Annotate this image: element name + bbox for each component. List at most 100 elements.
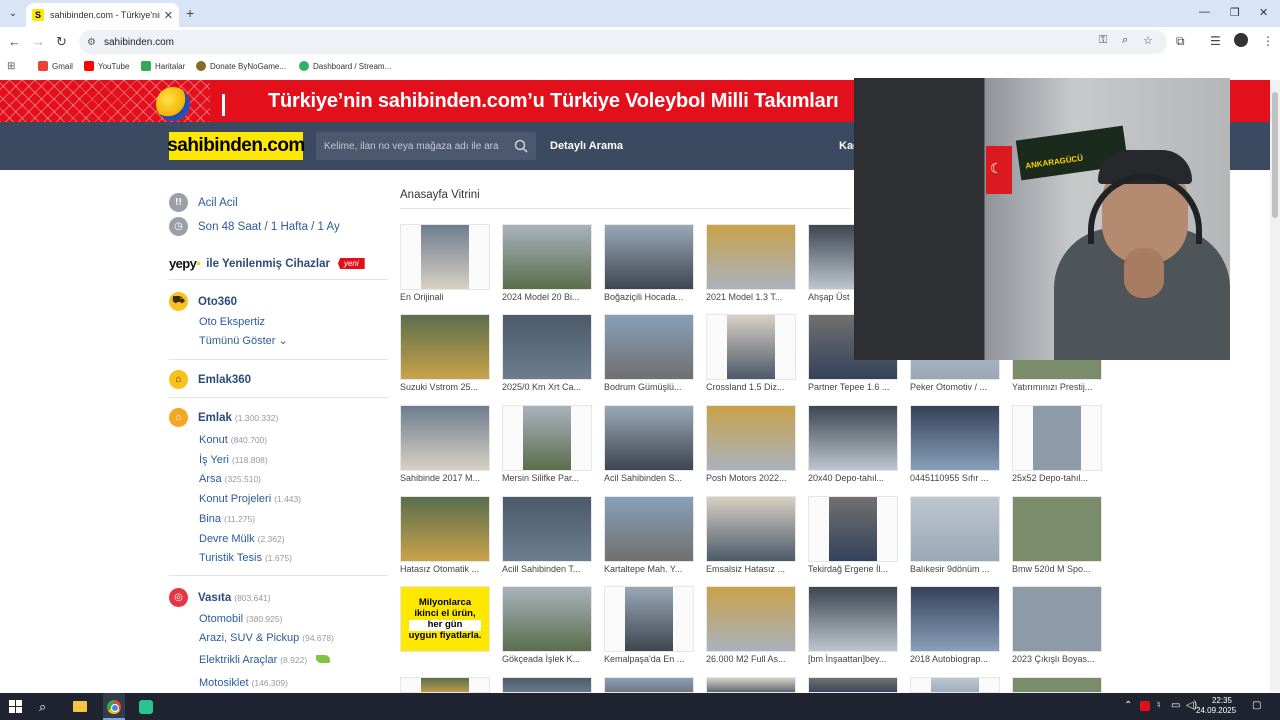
sahibinden-logo[interactable]: sahibinden.com [167, 132, 305, 160]
sidebar-item-oto-ekspertiz[interactable]: Oto Ekspertiz [199, 316, 265, 328]
listing-thumbnail[interactable] [604, 314, 694, 380]
listing-title[interactable]: Mersin Silifke Par... [502, 473, 598, 483]
showcase-card[interactable]: Gökçeada İşlek K... [502, 586, 592, 666]
showcase-card[interactable]: Bodrum Gümüşlü... [604, 314, 694, 394]
showcase-card[interactable] [910, 677, 1000, 693]
listing-title[interactable]: 20x40 Depo-tahıl... [808, 473, 904, 483]
showcase-card[interactable]: 26.000 M2 Full As... [706, 586, 796, 666]
search-input[interactable] [324, 140, 514, 152]
showcase-card[interactable] [1012, 677, 1102, 693]
chrome-icon[interactable] [107, 700, 121, 714]
promo-banner[interactable]: Milyonlarca ikinci el ürün, her gün uygun f… [401, 587, 489, 651]
listing-title[interactable]: Tekirdağ Ergene İl... [808, 564, 904, 574]
sidebar-item-arsa[interactable]: Arsa (325.510) [199, 473, 261, 485]
listing-title[interactable]: Partner Tepee 1.6 ... [808, 382, 904, 392]
showcase-card[interactable]: Kemalpaşa'da En ... [604, 586, 694, 666]
listing-title[interactable]: Kemalpaşa'da En ... [604, 654, 700, 664]
notification-icon[interactable]: ▢ [1252, 700, 1261, 711]
scrollbar-thumb[interactable] [1272, 92, 1278, 218]
sidebar-item-recent[interactable]: ◷ Son 48 Saat / 1 Hafta / 1 Ay [169, 217, 340, 236]
back-arrow-icon[interactable]: ← [8, 34, 21, 49]
sidebar-item-acil[interactable]: !! Acil Acil [169, 193, 238, 212]
listing-thumbnail[interactable] [1012, 496, 1102, 562]
taskbar-search-icon[interactable]: ⌕ [39, 699, 46, 715]
listing-thumbnail[interactable] [910, 405, 1000, 471]
listing-thumbnail[interactable] [502, 586, 592, 652]
windows-start-icon[interactable] [9, 700, 22, 713]
listing-thumbnail[interactable] [502, 224, 592, 290]
taskbar-clock[interactable]: 22:35 24.09.2025 [1196, 696, 1236, 716]
forward-arrow-icon[interactable]: → [32, 34, 45, 49]
address-bar[interactable]: ⚙ sahibinden.com ⚿ ⌕ ☆ [79, 30, 1167, 54]
minimize-icon[interactable]: — [1199, 6, 1210, 18]
sidebar-item-turistik-tesis[interactable]: Turistik Tesis (1.675) [199, 552, 292, 564]
listing-thumbnail[interactable] [604, 586, 694, 652]
listing-title[interactable]: Yatırımınızı Prestij... [1012, 382, 1108, 392]
showcase-card[interactable]: Mersin Silifke Par... [502, 405, 592, 485]
listing-thumbnail[interactable] [808, 677, 898, 693]
listing-title[interactable]: 25x52 Depo-tahıl... [1012, 473, 1108, 483]
listing-thumbnail[interactable] [808, 405, 898, 471]
taskbar-app-icon[interactable] [139, 700, 153, 714]
listing-title[interactable]: Acil Sahibinden S... [604, 473, 700, 483]
listing-title[interactable]: Peker Otomotiv / ... [910, 382, 1006, 392]
listing-thumbnail[interactable] [502, 496, 592, 562]
listing-title[interactable]: Posh Motors 2022... [706, 473, 802, 483]
listing-thumbnail[interactable] [502, 314, 592, 380]
extensions-puzzle-icon[interactable]: ⧉ [1176, 34, 1185, 49]
listing-title[interactable]: Hatasız Otomatik ... [400, 564, 496, 574]
showcase-card[interactable] [502, 677, 592, 693]
showcase-card[interactable] [400, 677, 490, 693]
showcase-card[interactable]: Milyonlarca ikinci el ürün, her gün uygun f… [400, 586, 490, 666]
listing-thumbnail[interactable] [808, 496, 898, 562]
microphone-icon[interactable]: ♮ [1157, 700, 1161, 711]
media-playlist-icon[interactable]: ☰ [1210, 34, 1221, 48]
showcase-card[interactable]: Crossland 1.5 Diz... [706, 314, 796, 394]
bookmark-donate[interactable]: Donate ByNoGame... [196, 61, 286, 71]
showcase-card[interactable]: 2025/0 Km Xrt Ca... [502, 314, 592, 394]
showcase-card[interactable]: 20x40 Depo-tahıl... [808, 405, 898, 485]
showcase-card[interactable]: Balıkesir 9dönüm ... [910, 496, 1000, 576]
listing-thumbnail[interactable] [400, 496, 490, 562]
showcase-card[interactable]: Sahibinde 2017 M... [400, 405, 490, 485]
show-all-link[interactable]: Tümünü Göster ⌄ [199, 334, 288, 347]
listing-title[interactable]: 2023 Çıkışlı Boyas... [1012, 654, 1108, 664]
showcase-card[interactable]: 25x52 Depo-tahıl... [1012, 405, 1102, 485]
sidebar-item-emlak[interactable]: ⌂ Emlak (1.300.332) [169, 408, 278, 427]
showcase-card[interactable]: 2023 Çıkışlı Boyas... [1012, 586, 1102, 666]
file-explorer-icon[interactable] [73, 701, 87, 712]
bookmark-star-icon[interactable]: ☆ [1143, 34, 1153, 47]
sidebar-item-yepy[interactable]: yepy• ile Yenilenmiş Cihazlar yeni [169, 256, 365, 271]
listing-thumbnail[interactable] [706, 586, 796, 652]
listing-thumbnail[interactable] [604, 405, 694, 471]
bookmark-gmail[interactable]: Gmail [38, 61, 73, 71]
listing-thumbnail[interactable] [502, 405, 592, 471]
listing-thumbnail[interactable] [1012, 586, 1102, 652]
listing-title[interactable]: Suzuki Vstrom 25... [400, 382, 496, 392]
bookmark-maps[interactable]: Haritalar [141, 61, 185, 71]
sidebar-item-elektrikli[interactable]: Elektrikli Araçlar (8.922) [199, 654, 333, 666]
listing-thumbnail[interactable]: Milyonlarca ikinci el ürün, her gün uygun f… [400, 586, 490, 652]
showcase-card[interactable]: 2024 Model 20 Bi... [502, 224, 592, 304]
sidebar-item-is-yeri[interactable]: İş Yeri (118.808) [199, 454, 268, 466]
restore-icon[interactable]: ❐ [1230, 6, 1240, 19]
apps-grid-icon[interactable]: ⊞ [7, 61, 15, 72]
listing-thumbnail[interactable] [910, 586, 1000, 652]
listing-thumbnail[interactable] [706, 314, 796, 380]
sidebar-item-konut[interactable]: Konut (840.700) [199, 434, 267, 446]
bookmark-youtube[interactable]: YouTube [84, 61, 129, 71]
reload-icon[interactable]: ↻ [56, 34, 67, 50]
sidebar-item-konut-projeleri[interactable]: Konut Projeleri (1.443) [199, 493, 301, 505]
listing-title[interactable]: En Orijinali [400, 292, 496, 302]
listing-thumbnail[interactable] [706, 405, 796, 471]
site-info-icon[interactable]: ⚙ [87, 37, 96, 48]
listing-thumbnail[interactable] [604, 677, 694, 693]
showcase-card[interactable]: 2021 Model 1.3 T... [706, 224, 796, 304]
showcase-card[interactable]: Kartaltepe Mah. Y... [604, 496, 694, 576]
showcase-card[interactable]: Emsalsiz Hatasız ... [706, 496, 796, 576]
listing-title[interactable]: 2018 Autobiograp... [910, 654, 1006, 664]
showcase-card[interactable]: 2018 Autobiograp... [910, 586, 1000, 666]
tray-app-icon[interactable] [1140, 701, 1150, 711]
listing-title[interactable]: Kartaltepe Mah. Y... [604, 564, 700, 574]
showcase-card[interactable]: Acil Sahibinden S... [604, 405, 694, 485]
